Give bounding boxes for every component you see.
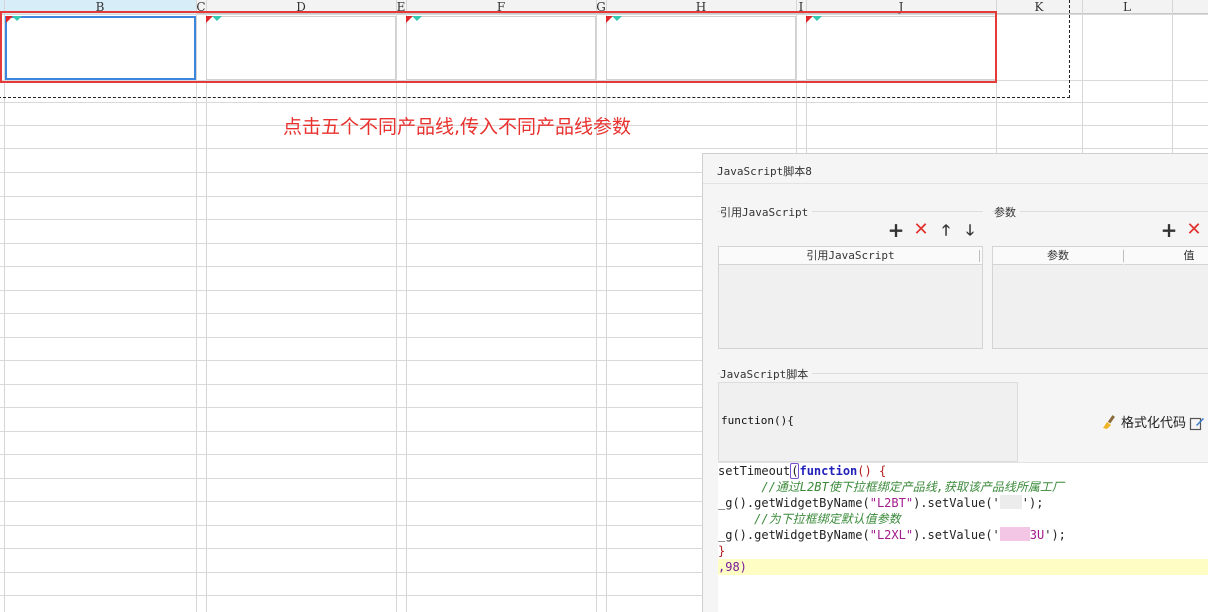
code-line-2: //通过L2BT使下拉框绑定产品线,获取该产品线所属工厂 [718,480,1064,494]
divider [992,211,1208,212]
redacted-value [999,527,1030,541]
ref-js-section-label: 引用JavaScript [720,204,813,220]
function-header-box: function(){ [718,382,1018,462]
code-line-1: setTimeout(function() { [718,463,887,479]
param-value-column-header[interactable]: 值 [1124,247,1208,265]
params-table[interactable]: 参数 值 [992,246,1208,349]
divider [703,183,1208,184]
function-header: function(){ [721,414,794,427]
format-code-label: 格式化代码 [1121,416,1187,431]
delete-icon[interactable]: ✕ [1185,221,1203,239]
grid-line [0,148,1208,149]
grid-line [0,102,1208,103]
code-editor[interactable]: setTimeout(function() { //通过L2BT使下拉框绑定产品… [718,462,1208,612]
script-section-label: JavaScript脚本 [720,366,813,382]
broom-icon [1101,414,1117,430]
javascript-dialog: JavaScript脚本8 引用JavaScript + ✕ 🡑 🡓 引用Jav… [702,153,1208,612]
arrow-down-icon[interactable]: 🡓 [961,221,979,239]
params-section-label: 参数 [994,204,1020,220]
arrow-up-icon[interactable]: 🡑 [937,221,955,239]
edit-icon[interactable] [1189,415,1205,431]
format-code-button[interactable]: 格式化代码 [1101,414,1186,432]
code-line-5: _g().getWidgetByName("L2XL").setValue(' 3… [718,527,1066,542]
code-line-7: ,98) [718,560,747,574]
delete-icon[interactable]: ✕ [912,221,930,239]
param-name-column-header[interactable]: 参数 [993,247,1123,265]
ref-js-table[interactable]: 引用JavaScript [718,246,983,349]
annotation-text: 点击五个不同产品线,传入不同产品线参数 [283,116,632,138]
redacted-value [999,495,1022,509]
code-line-6: } [718,544,726,558]
ref-js-column-header[interactable]: 引用JavaScript [719,247,982,265]
code-line-4: //为下拉框绑定默认值参数 [718,512,901,526]
dialog-title: JavaScript脚本8 [717,165,812,178]
current-line-highlight [718,559,1208,575]
plus-icon[interactable]: + [1160,220,1178,240]
annotation-highlight-box [0,11,997,83]
column-header-l[interactable]: L [1082,0,1172,14]
plus-icon[interactable]: + [887,220,905,240]
code-line-3: _g().getWidgetByName("L2BT").setValue(' '… [718,495,1044,510]
divider [979,250,980,262]
